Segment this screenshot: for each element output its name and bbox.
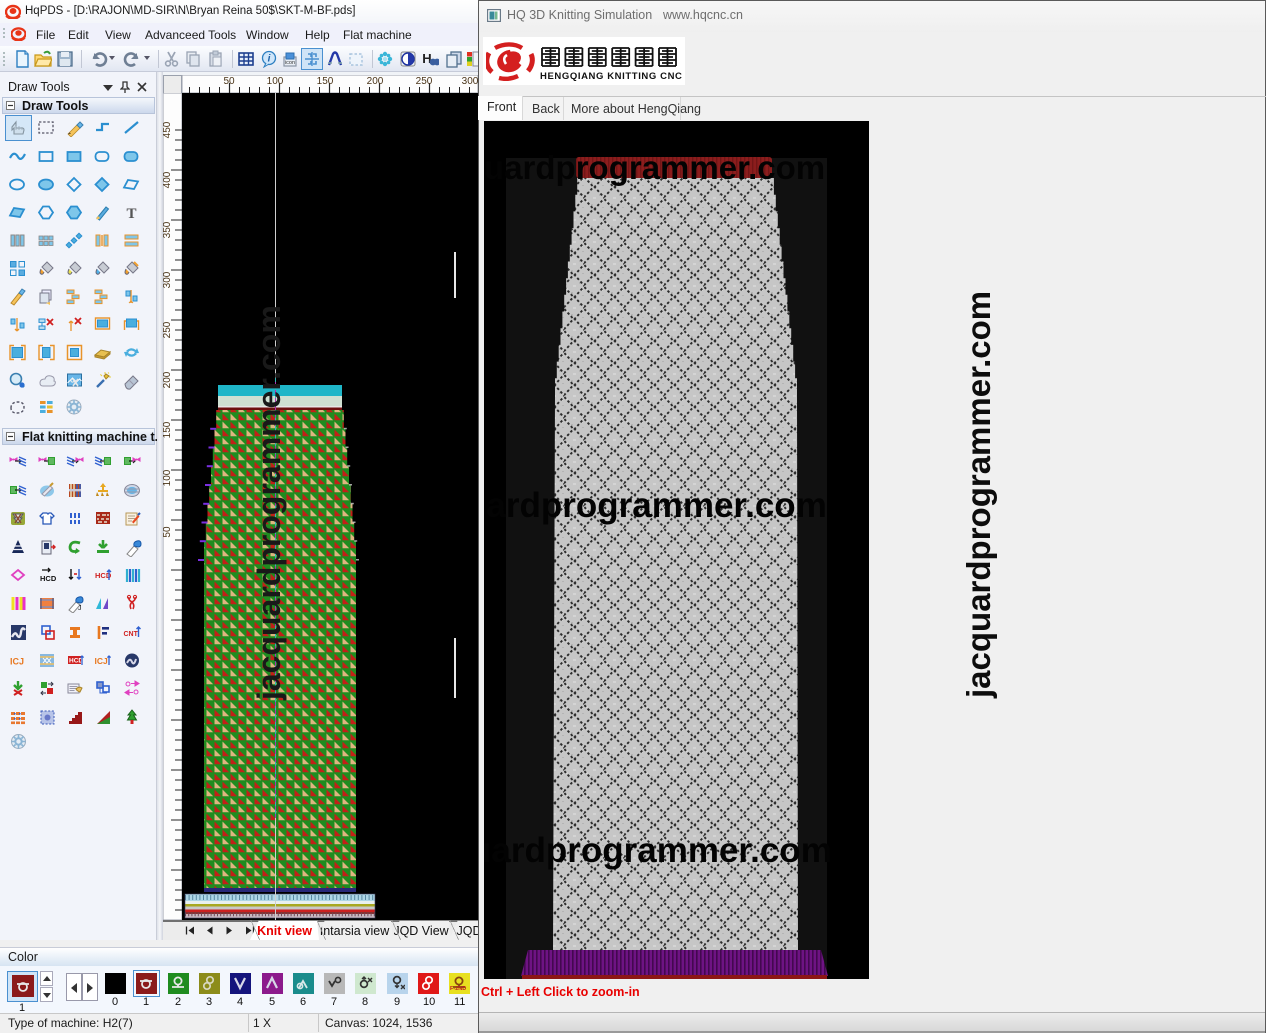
svg-text:400: 400 bbox=[163, 171, 173, 188]
svg-text:300: 300 bbox=[163, 271, 173, 288]
svg-text:150: 150 bbox=[317, 76, 334, 87]
svg-text:HCD: HCD bbox=[40, 574, 57, 583]
svg-text:100: 100 bbox=[267, 76, 284, 87]
svg-text:J: J bbox=[78, 605, 82, 612]
svg-text:300: 300 bbox=[462, 76, 478, 87]
svg-text:150: 150 bbox=[163, 421, 173, 438]
svg-text:50: 50 bbox=[223, 76, 235, 87]
svg-text:ICJ: ICJ bbox=[10, 657, 24, 667]
svg-text:250: 250 bbox=[416, 76, 433, 87]
svg-text:200: 200 bbox=[163, 371, 173, 388]
svg-text:ICJ: ICJ bbox=[95, 656, 109, 666]
svg-text:icon: icon bbox=[285, 60, 295, 66]
svg-text:CNT: CNT bbox=[124, 631, 139, 638]
svg-text:200: 200 bbox=[367, 76, 384, 87]
svg-text:100: 100 bbox=[163, 469, 173, 486]
svg-text:250: 250 bbox=[163, 321, 173, 338]
svg-text:i: i bbox=[268, 54, 271, 65]
svg-text:50: 50 bbox=[163, 526, 173, 538]
svg-text:HCD: HCD bbox=[69, 658, 83, 665]
svg-text:T: T bbox=[126, 206, 136, 222]
svg-text:350: 350 bbox=[163, 221, 173, 238]
svg-text:450: 450 bbox=[163, 121, 173, 138]
